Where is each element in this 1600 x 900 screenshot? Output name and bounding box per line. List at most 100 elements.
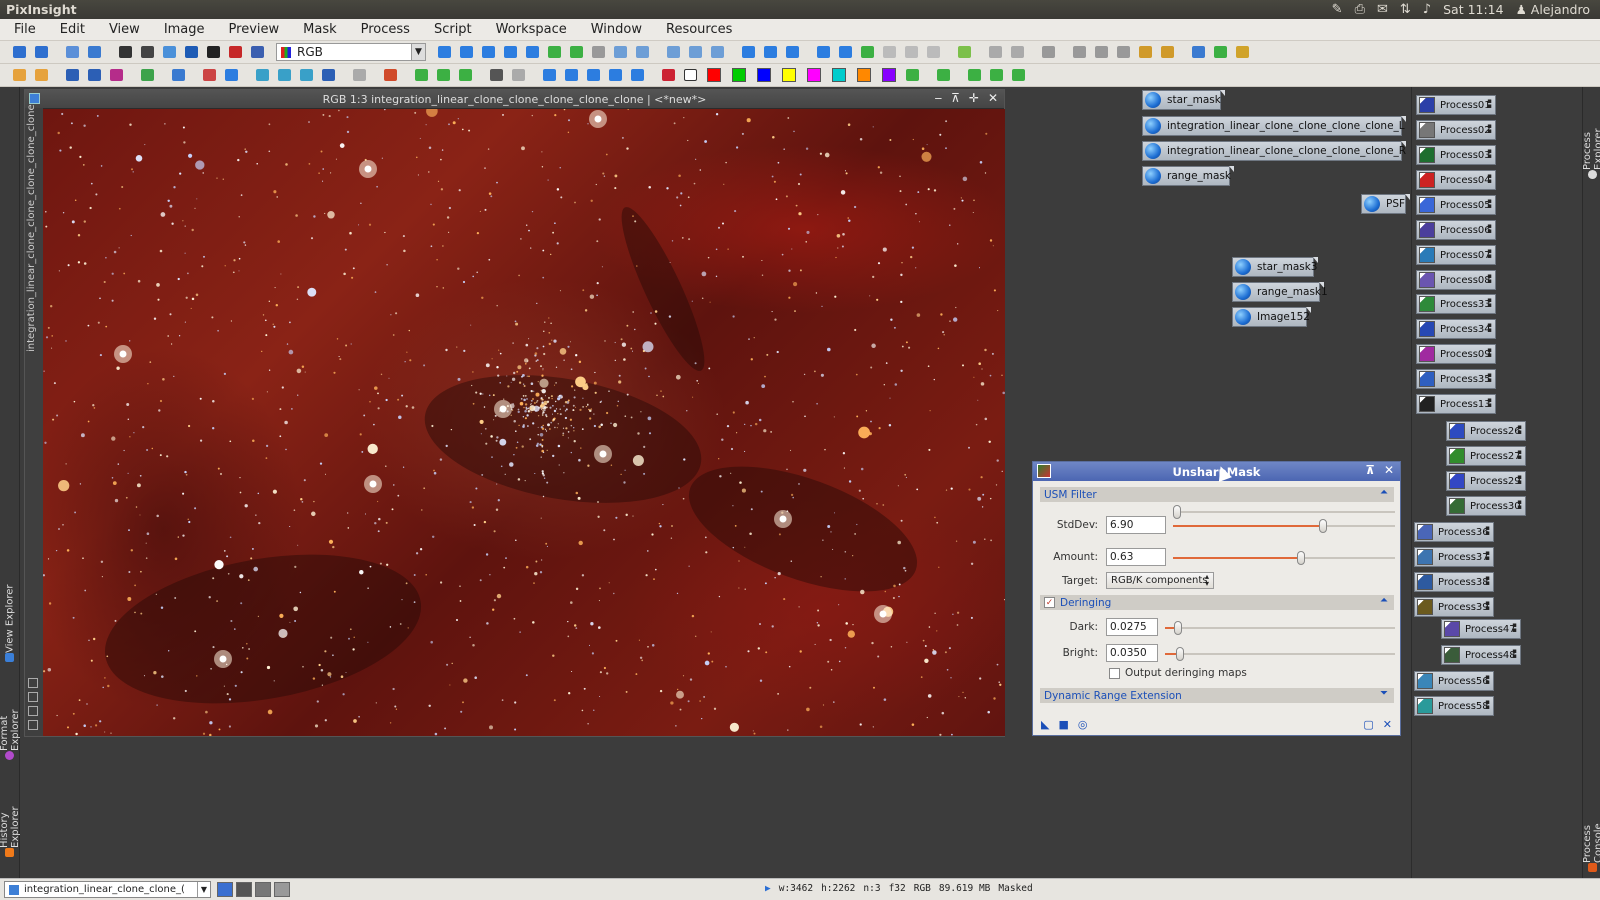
process-icon-item[interactable]: Process05 ▪ ▪ <box>1416 195 1496 215</box>
real-time-preview-icon[interactable]: ◎ <box>1078 718 1088 731</box>
process-icon-item[interactable]: Process37 ▪ ▪ <box>1414 547 1494 567</box>
mask-color-icon[interactable] <box>903 66 922 84</box>
reset-icon[interactable]: ✕ <box>1383 718 1392 731</box>
geom-5-icon[interactable] <box>350 66 369 84</box>
window-2-icon[interactable] <box>987 66 1006 84</box>
process-icon-item[interactable]: Process27 ▪ ▪ <box>1446 446 1526 466</box>
stddev-field[interactable]: 6.90 <box>1106 516 1166 534</box>
rotate-right-icon[interactable] <box>562 66 581 84</box>
stf-2-icon[interactable] <box>85 66 104 84</box>
image-icon-star-mask[interactable]: star_mask <box>1142 90 1225 110</box>
amount-field[interactable]: 0.63 <box>1106 548 1166 566</box>
tab-process-console[interactable]: Process Console <box>1582 783 1600 875</box>
redo-icon[interactable] <box>32 43 51 61</box>
process-icon-item[interactable]: Process33 ▪ ▪ <box>1416 294 1496 314</box>
stddev-slider-knob[interactable] <box>1319 519 1327 533</box>
window-cascade-icon[interactable] <box>783 43 802 61</box>
window-fit-icon[interactable] <box>739 43 758 61</box>
process-icon-item[interactable]: Process56 ▪ ▪ <box>1414 671 1494 691</box>
workspace-icon[interactable] <box>858 43 877 61</box>
process-icon-handle[interactable]: ▪ ▪ <box>1487 123 1492 135</box>
process-2-icon[interactable] <box>32 66 51 84</box>
color-orange-button[interactable] <box>857 68 871 82</box>
side-tool-3-icon[interactable] <box>28 706 38 716</box>
icon-arrange-2-icon[interactable] <box>1008 43 1027 61</box>
view-channel-icon[interactable] <box>182 43 201 61</box>
icon-lock-icon[interactable] <box>1039 43 1058 61</box>
toggle-view-4-icon[interactable] <box>274 882 290 897</box>
deringing-section[interactable]: ✓ Deringing ⏶ <box>1040 595 1394 610</box>
image-window-icon[interactable] <box>29 93 40 104</box>
preview-1-icon[interactable] <box>412 66 431 84</box>
rotate-180-icon[interactable] <box>584 66 603 84</box>
amount-slider[interactable] <box>1173 550 1395 566</box>
view-gray-icon[interactable] <box>204 43 223 61</box>
image-window-titlebar[interactable]: RGB 1:3 integration_linear_clone_clone_c… <box>25 90 1004 108</box>
icon-tool-3-icon[interactable] <box>1114 43 1133 61</box>
edit-preview-icon[interactable] <box>567 43 586 61</box>
process-icon-item[interactable]: Process29 ▪ ▪ <box>1446 471 1526 491</box>
minimize-icon[interactable]: ‒ <box>934 91 942 105</box>
preview-2-icon[interactable] <box>434 66 453 84</box>
process-icons-icon[interactable] <box>955 43 974 61</box>
target-select[interactable]: RGB/K components ▴ ▾ <box>1106 572 1214 589</box>
tab-history-explorer[interactable]: History Explorer <box>0 768 21 860</box>
zoom-out-icon[interactable] <box>633 43 652 61</box>
process-icon-handle[interactable]: ▪ ▪ <box>1485 600 1490 612</box>
script-2-icon[interactable] <box>1211 43 1230 61</box>
geom-2-icon[interactable] <box>275 66 294 84</box>
view-rgb-icon[interactable] <box>138 43 157 61</box>
process-icon-handle[interactable]: ▪ ▪ <box>1487 297 1492 309</box>
mask-show-icon[interactable] <box>200 66 219 84</box>
open-icon[interactable] <box>63 43 82 61</box>
color-yellow-button[interactable] <box>782 68 796 82</box>
mask-invert-icon[interactable] <box>222 66 241 84</box>
process-icon-handle[interactable]: ▪ ▪ <box>1517 474 1522 486</box>
toggle-view-2-icon[interactable] <box>236 882 252 897</box>
process-icon-handle[interactable]: ▪ ▪ <box>1512 648 1517 660</box>
printer-icon[interactable]: ⎙ <box>1355 2 1365 17</box>
deringing-checkbox[interactable]: ✓ <box>1044 597 1055 608</box>
tile-v-icon[interactable] <box>836 43 855 61</box>
process-icon-handle[interactable]: ▪ ▪ <box>1487 173 1492 185</box>
process-icon-item[interactable]: Process30 ▪ ▪ <box>1446 496 1526 516</box>
shade-icon[interactable]: ⊼ <box>1365 463 1375 477</box>
tile-h-icon[interactable] <box>814 43 833 61</box>
zoom-fit-icon[interactable] <box>457 43 476 61</box>
readout-3-icon[interactable] <box>708 43 727 61</box>
mask-icon[interactable] <box>169 66 188 84</box>
geom-1-icon[interactable] <box>253 66 272 84</box>
collapse-icon[interactable]: ⏶ <box>1380 487 1388 498</box>
pan-icon[interactable] <box>435 43 454 61</box>
shade-icon[interactable]: ⊼ <box>951 91 960 105</box>
apply-global-icon[interactable]: ■ <box>1058 718 1068 731</box>
toggle-view-1-icon[interactable] <box>217 882 233 897</box>
new-instance-icon[interactable]: ◣ <box>1041 718 1049 731</box>
process-icon-handle[interactable]: ▪ ▪ <box>1487 148 1492 160</box>
process-icon-item[interactable]: Process47 ▪ ▪ <box>1441 619 1521 639</box>
user-menu[interactable]: ♟ Alejandro <box>1516 2 1590 17</box>
output-deringing-maps-checkbox[interactable]: ✓ <box>1109 667 1120 679</box>
window-1-icon[interactable] <box>965 66 984 84</box>
process-icon-handle[interactable]: ▪ ▪ <box>1487 198 1492 210</box>
stf-3-icon[interactable] <box>107 66 126 84</box>
close-icon[interactable]: ✕ <box>988 91 998 105</box>
display-gray-icon[interactable] <box>487 66 506 84</box>
color-mode-icon[interactable] <box>659 66 678 84</box>
process-icon-handle[interactable]: ▪ ▪ <box>1487 223 1492 235</box>
dark-slider-knob[interactable] <box>1174 621 1182 635</box>
close-icon[interactable]: ✕ <box>1384 463 1394 477</box>
select-icon[interactable] <box>589 43 608 61</box>
toggle-view-3-icon[interactable] <box>255 882 271 897</box>
close-channel-icon[interactable] <box>681 66 700 84</box>
window-tile-icon[interactable] <box>761 43 780 61</box>
window-3-icon[interactable] <box>1009 66 1028 84</box>
icon-tool-1-icon[interactable] <box>1070 43 1089 61</box>
process-icon-handle[interactable]: ▪ ▪ <box>1517 449 1522 461</box>
menu-view[interactable]: View <box>95 22 150 37</box>
process-icon-handle[interactable]: ▪ ▪ <box>1487 347 1492 359</box>
color-blue-button[interactable] <box>757 68 771 82</box>
readout-icon[interactable] <box>664 43 683 61</box>
view-selector[interactable]: integration_linear_clone_clone_( ▼ <box>4 881 211 898</box>
process-icon-item[interactable]: Process08 ▪ ▪ <box>1416 270 1496 290</box>
